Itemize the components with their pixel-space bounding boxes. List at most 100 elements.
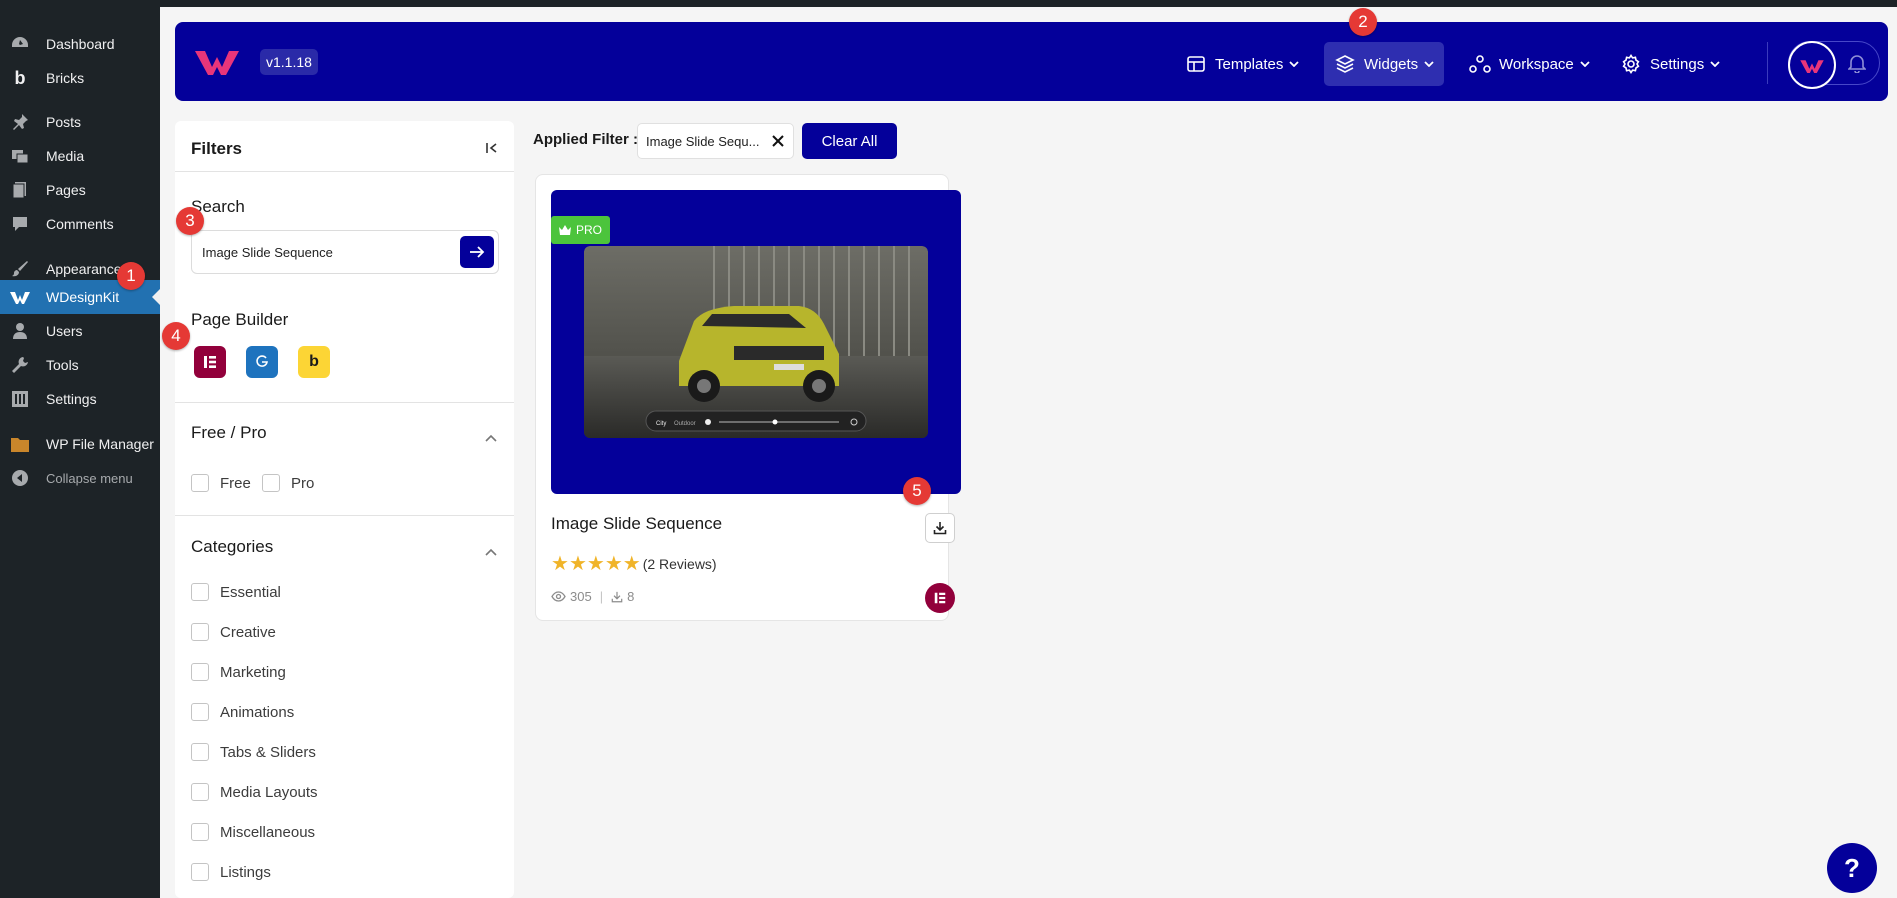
sidebar-item-wp-file-manager[interactable]: WP File Manager — [0, 427, 160, 461]
divider — [175, 515, 514, 516]
page-builder-bricks[interactable]: b — [298, 346, 330, 378]
filter-pro[interactable]: Pro — [262, 474, 314, 492]
chevron-up-icon[interactable] — [485, 429, 497, 442]
sidebar-item-tools[interactable]: Tools — [0, 348, 160, 382]
checkbox[interactable] — [262, 474, 280, 492]
page-builder-gutenberg[interactable] — [246, 346, 278, 378]
checkbox-label: Marketing — [220, 663, 286, 681]
widget-title[interactable]: Image Slide Sequence — [551, 514, 722, 534]
sidebar-item-media[interactable]: Media — [0, 139, 160, 173]
chevron-down-icon — [1289, 59, 1300, 69]
sidebar-item-label: Pages — [46, 182, 86, 198]
wdesignkit-header: v1.1.18 Templates Widgets Workspace Sett… — [175, 22, 1888, 101]
category-tabs-sliders[interactable]: Tabs & Sliders — [191, 743, 316, 761]
collapse-icon — [10, 468, 30, 488]
checkbox-label: Listings — [220, 863, 271, 881]
sidebar-item-label: Collapse menu — [46, 470, 133, 486]
sidebar-item-settings[interactable]: Settings — [0, 382, 160, 416]
templates-icon — [1185, 53, 1207, 75]
sidebar-item-dashboard[interactable]: Dashboard — [0, 27, 160, 61]
search-input[interactable] — [202, 231, 452, 273]
sidebar-item-users[interactable]: Users — [0, 314, 160, 348]
brush-icon — [10, 259, 30, 279]
category-creative[interactable]: Creative — [191, 623, 276, 641]
nav-templates[interactable]: Templates — [1175, 42, 1309, 86]
category-listings[interactable]: Listings — [191, 863, 271, 881]
checkbox-label: Tabs & Sliders — [220, 743, 316, 761]
search-box — [191, 230, 499, 274]
chevron-down-icon — [1580, 59, 1590, 69]
nav-label: Settings — [1650, 55, 1705, 73]
preview-label-outdoor: Outdoor — [674, 421, 696, 427]
checkbox[interactable] — [191, 863, 209, 881]
pages-icon — [10, 180, 30, 200]
main-content: v1.1.18 Templates Widgets Workspace Sett… — [160, 7, 1897, 898]
download-button[interactable] — [925, 513, 955, 543]
bell-icon[interactable] — [1847, 53, 1868, 74]
clear-all-button[interactable]: Clear All — [802, 123, 897, 159]
admin-top-bar — [0, 0, 1897, 7]
sidebar-item-posts[interactable]: Posts — [0, 105, 160, 139]
sidebar-item-collapse-menu[interactable]: Collapse menu — [0, 461, 160, 495]
page-builder-elementor[interactable] — [194, 346, 226, 378]
download-count: 8 — [627, 589, 635, 604]
sidebar-item-label: Dashboard — [46, 36, 115, 52]
nav-widgets[interactable]: Widgets — [1324, 42, 1445, 86]
sidebar-item-label: Posts — [46, 114, 82, 130]
users-icon — [10, 321, 30, 341]
chevron-up-icon[interactable] — [485, 543, 497, 556]
widget-preview-image[interactable]: PRO City Outdoor — [551, 190, 961, 494]
widget-stats: 305 | 8 — [551, 589, 634, 604]
widget-card[interactable]: PRO City Outdoor Image Slide Sequence ★ … — [535, 174, 961, 621]
wdesignkit-logo-icon[interactable] — [195, 45, 239, 75]
preview-label-city: City — [656, 421, 666, 427]
category-marketing[interactable]: Marketing — [191, 663, 286, 681]
close-icon[interactable] — [772, 135, 784, 147]
checkbox[interactable] — [191, 583, 209, 601]
avatar[interactable] — [1788, 41, 1836, 89]
applied-filter-label: Applied Filter : — [533, 131, 638, 148]
search-button[interactable] — [460, 236, 494, 268]
checkbox[interactable] — [191, 474, 209, 492]
sidebar-item-label: WP File Manager — [46, 436, 154, 452]
car-photo: City Outdoor — [584, 246, 928, 438]
elementor-icon — [204, 356, 216, 368]
sidebar-item-label: Users — [46, 323, 83, 339]
checkbox[interactable] — [191, 703, 209, 721]
category-media-layouts[interactable]: Media Layouts — [191, 783, 318, 801]
nav-workspace[interactable]: Workspace — [1459, 42, 1600, 86]
category-miscellaneous[interactable]: Miscellaneous — [191, 823, 315, 841]
nav-label: Templates — [1215, 55, 1284, 73]
sidebar-item-bricks[interactable]: b Bricks — [0, 61, 160, 95]
checkbox[interactable] — [191, 663, 209, 681]
nav-label: Widgets — [1364, 55, 1419, 73]
sidebar-item-label: Settings — [46, 391, 97, 407]
checkbox[interactable] — [191, 823, 209, 841]
sidebar-item-label: WDesignKit — [46, 289, 120, 305]
chip-label: Image Slide Sequ... — [646, 133, 760, 149]
divider — [175, 171, 514, 172]
star-icon: ★ — [551, 553, 569, 575]
rating: ★ ★ ★ ★ ★ (2 Reviews) — [551, 554, 717, 574]
category-animations[interactable]: Animations — [191, 703, 294, 721]
nav-settings[interactable]: Settings — [1610, 42, 1730, 86]
category-essential[interactable]: Essential — [191, 583, 281, 601]
checkbox[interactable] — [191, 783, 209, 801]
badge-label: PRO — [576, 223, 603, 237]
checkbox[interactable] — [191, 623, 209, 641]
nav-label: Workspace — [1499, 55, 1574, 73]
sidebar-item-pages[interactable]: Pages — [0, 173, 160, 207]
filters-panel: Filters Search Page Builder b Free / Pro — [175, 121, 514, 898]
sidebar-item-comments[interactable]: Comments — [0, 207, 160, 241]
crown-icon — [559, 225, 571, 235]
collapse-panel-icon[interactable] — [485, 141, 499, 155]
download-count-icon — [611, 591, 623, 602]
help-button[interactable]: ? — [1827, 843, 1877, 893]
page-builder-label: Page Builder — [191, 310, 289, 329]
view-count: 305 — [570, 589, 592, 604]
checkbox-label: Pro — [291, 474, 315, 492]
checkbox[interactable] — [191, 743, 209, 761]
layers-icon — [1334, 53, 1356, 75]
step-marker-4: 4 — [162, 322, 190, 350]
filter-free[interactable]: Free — [191, 474, 251, 492]
